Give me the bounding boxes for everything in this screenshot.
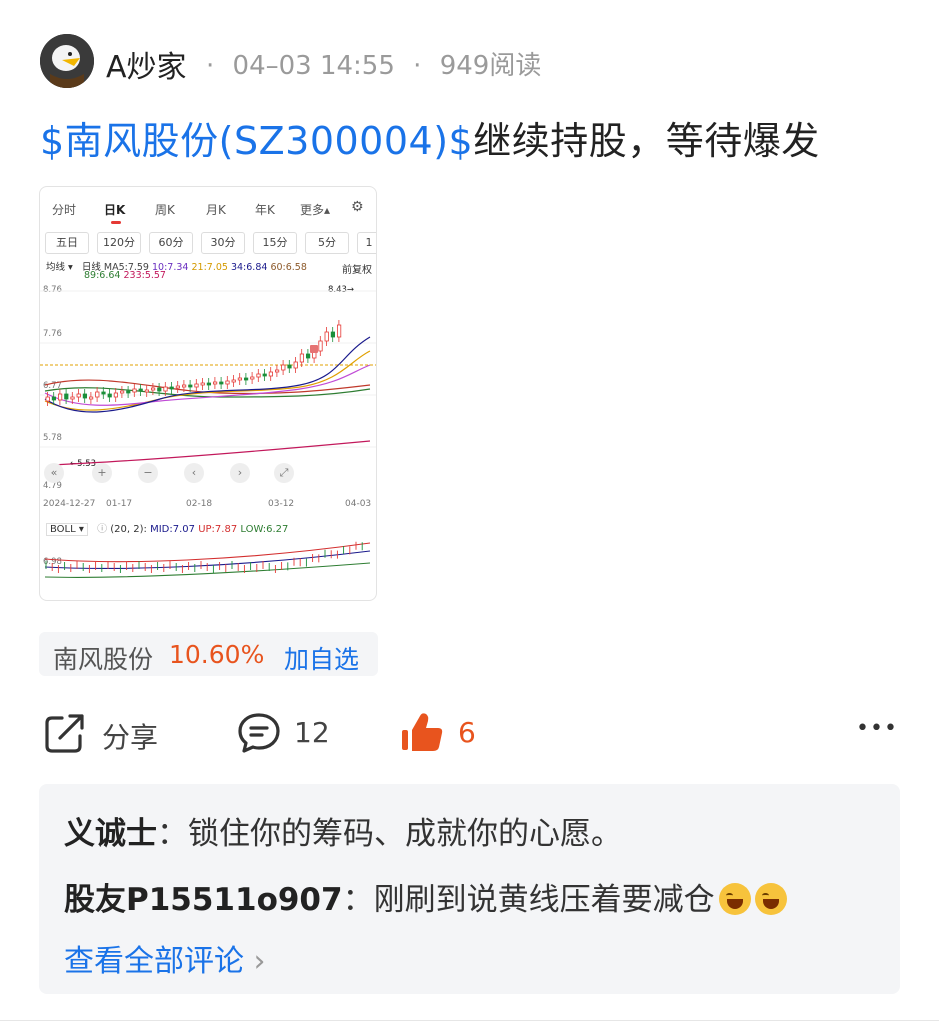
- ma-legend-row2: 89:6.64 233:5.57: [84, 270, 166, 281]
- view-all-comments-link[interactable]: 查看全部评论 ›: [64, 936, 266, 980]
- scroll-right-icon: ›: [230, 463, 250, 483]
- post-image[interactable]: 分时 日K 周K 月K 年K 更多▴ ⚙ 五日 120分 60分 30分 15分…: [39, 186, 377, 601]
- zoom-in-icon: +: [92, 463, 112, 483]
- crying-laugh-emoji-icon: [718, 883, 751, 915]
- period-5day: 五日: [45, 232, 89, 254]
- boll-mid: MID:7.07: [150, 524, 196, 535]
- help-icon: ⓘ: [97, 524, 108, 535]
- crying-laugh-emoji-icon: [754, 883, 787, 915]
- x-label: 02-18: [186, 499, 213, 509]
- comment-count[interactable]: 12: [294, 716, 330, 749]
- tab-monthly: 月K: [206, 203, 226, 217]
- share-icon: [45, 714, 84, 753]
- boll-low: LOW:6.27: [240, 524, 289, 535]
- post-content: $南风股份(SZ300004)$继续持股，等待爆发: [40, 110, 820, 165]
- period-30min: 30分: [201, 232, 245, 254]
- post-meta: · 04–03 14:55 · 949阅读: [206, 45, 551, 82]
- stock-chip[interactable]: 南风股份 10.60% 加自选: [39, 632, 378, 676]
- rewind-icon: «: [44, 463, 64, 483]
- period-120min: 120分: [97, 232, 141, 254]
- comment-text: 刚刷到说黄线压着要减仓: [373, 882, 715, 918]
- boll-up: UP:7.87: [198, 524, 238, 535]
- tab-active-indicator: [111, 221, 121, 224]
- period-5min: 5分: [305, 232, 349, 254]
- kline-chart: [40, 290, 376, 466]
- settings-icon: ⚙: [351, 199, 364, 215]
- thumbs-up-icon: [402, 713, 443, 751]
- comment-icon: [238, 713, 280, 753]
- meta-separator: ·: [206, 51, 215, 81]
- comment-item[interactable]: 股友P15511o907：刚刷到说黄线压着要减仓: [64, 874, 787, 919]
- stock-change: 10.60%: [169, 640, 265, 669]
- author-name[interactable]: A炒家: [106, 42, 187, 86]
- share-button[interactable]: [42, 710, 88, 760]
- adjust-label: 前复权: [342, 265, 372, 276]
- avg-dropdown: 均线 ▾: [46, 262, 73, 273]
- ma21-value: 21:7.05: [191, 262, 228, 273]
- post-time: 04–03 14:55: [232, 51, 395, 81]
- boll-params: (20, 2):: [110, 524, 147, 535]
- tab-yearly: 年K: [255, 203, 275, 217]
- like-count[interactable]: 6: [458, 716, 476, 749]
- read-count: 949阅读: [439, 51, 542, 81]
- boll-legend: BOLL ▾ ⓘ (20, 2): MID:7.07 UP:7.87 LOW:6…: [46, 520, 289, 536]
- comment-button[interactable]: [236, 710, 282, 760]
- add-watchlist-button[interactable]: 加自选: [284, 640, 359, 676]
- tab-more: 更多▴: [300, 203, 331, 217]
- comment-text: 锁住你的筹码、成就你的心愿。: [188, 816, 622, 852]
- boll-dropdown: BOLL ▾: [46, 523, 88, 536]
- fullscreen-icon: ⤢: [274, 463, 294, 483]
- view-all-label[interactable]: 查看全部评论: [64, 944, 244, 979]
- comment-sep: ：: [342, 882, 374, 918]
- comment-item[interactable]: 义诚士：锁住你的筹码、成就你的心愿。: [64, 808, 622, 853]
- comment-user[interactable]: 股友P15511o907: [64, 882, 343, 918]
- scroll-left-icon: ‹: [184, 463, 204, 483]
- x-label: 04-03: [345, 499, 372, 509]
- tab-weekly: 周K: [155, 203, 175, 217]
- author-avatar[interactable]: [40, 34, 94, 88]
- zoom-out-icon: −: [138, 463, 158, 483]
- kline-tabs: 分时 日K 周K 月K 年K 更多▴ ⚙: [40, 199, 376, 225]
- like-button[interactable]: [400, 710, 446, 760]
- x-label: 01-17: [106, 499, 133, 509]
- chevron-right-icon: ›: [253, 944, 266, 979]
- comments-preview: 义诚士：锁住你的筹码、成就你的心愿。 股友P15511o907：刚刷到说黄线压着…: [39, 784, 900, 994]
- ma233-value: 233:5.57: [123, 270, 166, 281]
- x-label: 03-12: [268, 499, 295, 509]
- divider: [0, 1020, 939, 1021]
- period-1min: 1: [357, 232, 376, 254]
- ma89-value: 89:6.64: [84, 270, 121, 281]
- period-15min: 15分: [253, 232, 297, 254]
- comment-sep: ：: [157, 816, 188, 852]
- ma34-value: 34:6.84: [230, 262, 268, 273]
- stock-tag-link[interactable]: $南风股份(SZ300004)$: [40, 119, 473, 163]
- more-icon[interactable]: •••: [856, 716, 898, 741]
- tab-daily: 日K: [104, 203, 126, 217]
- stock-name[interactable]: 南风股份: [53, 640, 153, 676]
- meta-separator: ·: [413, 51, 422, 81]
- post-body: 继续持股，等待爆发: [473, 119, 820, 163]
- boll-chart: [44, 541, 371, 578]
- ma60-value: 60:6.58: [270, 262, 307, 273]
- share-label[interactable]: 分享: [102, 716, 158, 756]
- x-label: 2024-12-27: [43, 499, 96, 509]
- tab-intraday: 分时: [52, 203, 77, 217]
- comment-user[interactable]: 义诚士: [64, 816, 157, 852]
- period-60min: 60分: [149, 232, 193, 254]
